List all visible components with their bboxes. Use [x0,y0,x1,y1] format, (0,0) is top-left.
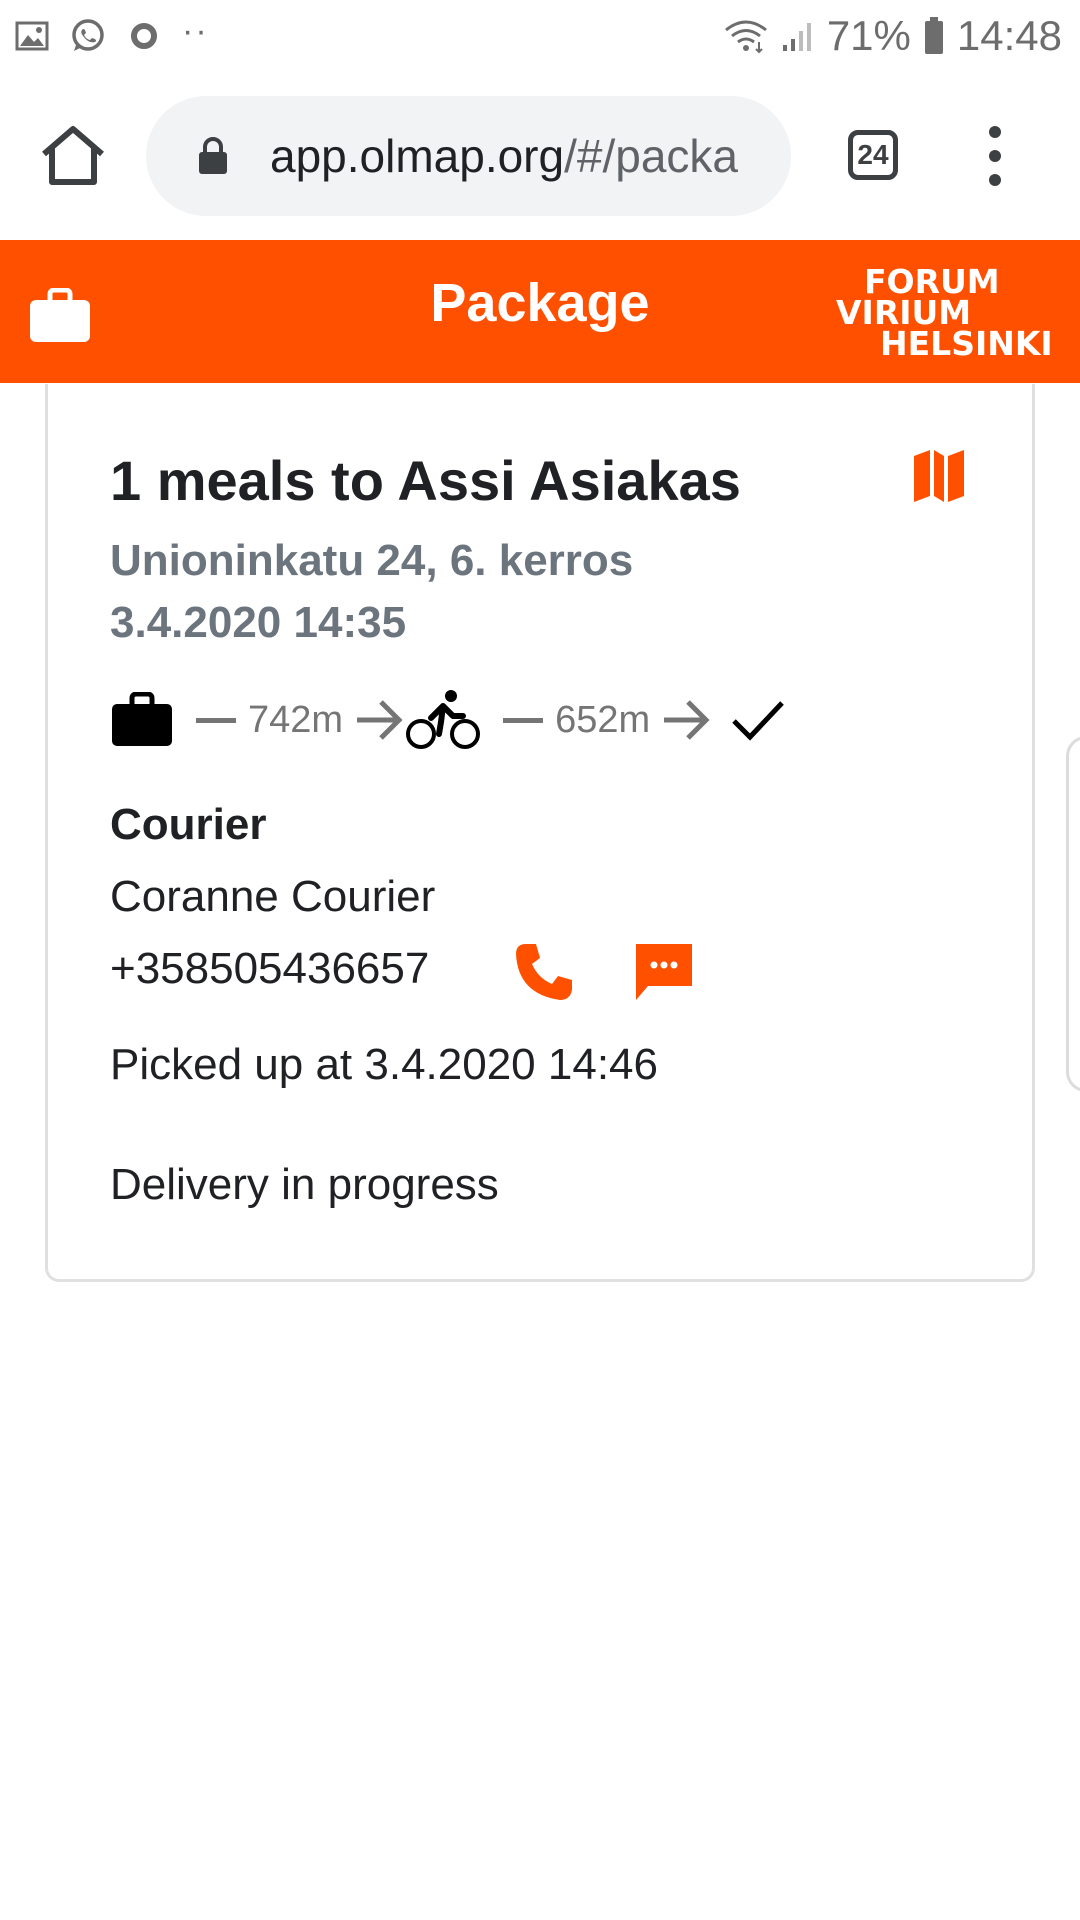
url-host: app.olmap.org [270,130,565,182]
route-line [196,717,236,723]
lock-icon [199,137,227,174]
whatsapp-icon [70,18,106,54]
browser-menu-button[interactable] [980,126,1010,186]
home-button[interactable] [38,124,108,188]
brand-logo: FORUM VIRIUM HELSINKI [836,265,1056,363]
pickup-time: Picked up at 3.4.2020 14:46 [110,1040,658,1089]
route-line [503,717,544,723]
menu-dot [989,126,1001,138]
courier-phone[interactable]: +358505436657 [110,944,429,994]
map-icon[interactable] [910,446,968,504]
bicycle-icon [406,690,481,749]
package-address: Unioninkatu 24, 6. kerros [110,536,634,585]
app-header: Package FORUM VIRIUM HELSINKI [0,240,1080,383]
clock: 14:48 [956,12,1062,59]
courier-name: Coranne Courier [110,872,436,921]
briefcase-icon [112,692,172,746]
courier-heading: Courier [110,800,267,849]
address-bar[interactable]: app.olmap.org/#/packa [146,96,791,216]
distance-to-pickup: 742m [248,698,344,741]
distance-to-delivery: 652m [555,698,651,741]
package-card: 1 meals to Assi Asiakas Unioninkatu 24, … [45,384,1035,1282]
checkmark-icon [732,701,784,741]
url-path: /#/packa [564,130,738,182]
url-text: app.olmap.org/#/packa [270,96,770,216]
circle-icon [126,18,162,54]
battery-icon [923,16,945,56]
system-indicators: 71% 14:48 [723,12,1062,60]
message-icon[interactable] [632,940,696,1004]
notification-icons: ·· [14,14,209,58]
more-notifications-indicator: ·· [182,12,209,50]
image-icon [14,18,50,54]
side-drawer-handle[interactable] [1066,736,1080,1092]
signal-icon [781,19,815,53]
briefcase-icon[interactable] [28,288,92,344]
package-title: 1 meals to Assi Asiakas [110,449,741,512]
delivery-status: Delivery in progress [110,1160,499,1209]
wifi-icon [723,18,769,54]
tab-switcher-button[interactable]: 24 [848,130,898,180]
arrow-right-icon [357,700,403,740]
home-icon [42,126,104,185]
battery-percent: 71% [826,12,911,59]
route-progress: 742m 652m [110,680,790,760]
brand-line-3: HELSINKI [880,324,1053,363]
menu-dot [989,150,1001,162]
arrow-right-icon [664,700,710,740]
package-time: 3.4.2020 14:35 [110,598,407,647]
browser-toolbar: app.olmap.org/#/packa 24 [0,72,1080,240]
status-bar: ·· 71% 14:48 [0,0,1080,72]
menu-dot [989,174,1001,186]
phone-icon[interactable] [512,940,576,1004]
